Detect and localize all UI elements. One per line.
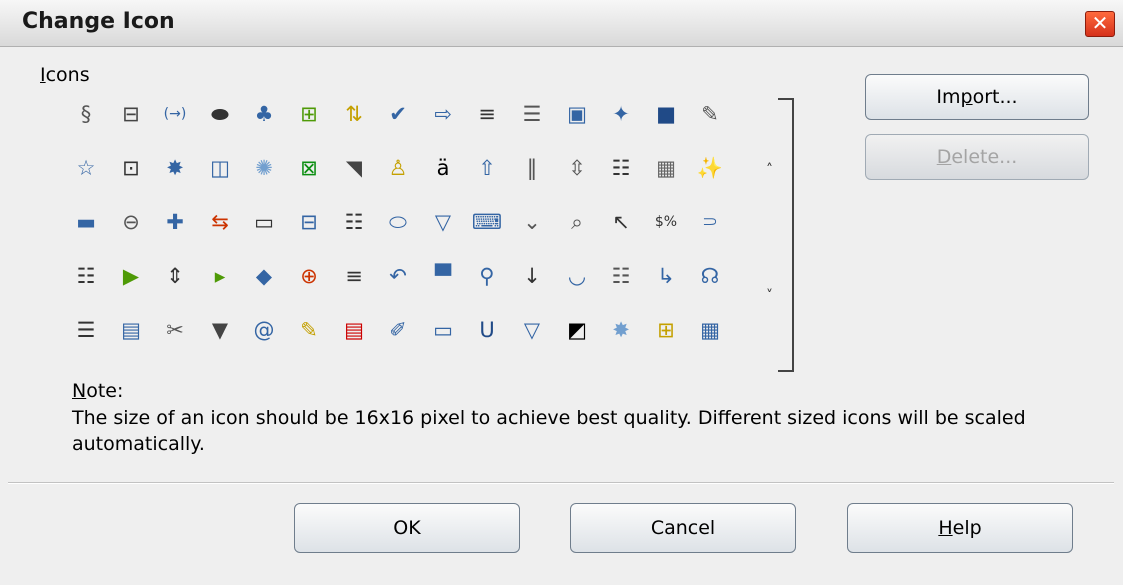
- seal-icon[interactable]: ✺: [250, 154, 278, 182]
- chevron-icon[interactable]: ⌄: [518, 208, 546, 236]
- sun-icon[interactable]: ✸: [607, 316, 635, 344]
- run-macro-icon[interactable]: ▶: [117, 262, 145, 290]
- row-height-icon[interactable]: ⇳: [563, 154, 591, 182]
- find-user-icon[interactable]: ☊: [696, 262, 724, 290]
- align-lines-icon[interactable]: ☰: [518, 100, 546, 128]
- folder-edit-icon[interactable]: ✎: [295, 316, 323, 344]
- change-icon-dialog: Change Icon ✕ Icons § ⊟ (→) ⬬ ♣ ⊞ ⇅ ✔ ⇨ ≡ ☰ ▣ ✦ ■ ✎ ☆ ⊡ ✸…: [0, 0, 1123, 585]
- abc-icon[interactable]: ä: [429, 154, 457, 182]
- bracket-icon[interactable]: ⸧: [696, 208, 724, 236]
- filter-icon[interactable]: ⚲: [473, 262, 501, 290]
- puzzle-icon[interactable]: ♣: [250, 100, 278, 128]
- calendar-icon[interactable]: ◫: [206, 154, 234, 182]
- save-icon[interactable]: ⊟: [295, 208, 323, 236]
- return-arrow-icon[interactable]: ↳: [652, 262, 680, 290]
- ok-button[interactable]: OK: [294, 503, 520, 553]
- script-icon[interactable]: §: [72, 100, 100, 128]
- data-form-icon[interactable]: ☷: [607, 262, 635, 290]
- oval-icon[interactable]: ⬬: [206, 100, 234, 128]
- panel-icon[interactable]: ▤: [117, 316, 145, 344]
- at-swirl-icon[interactable]: @: [250, 316, 278, 344]
- square-icon[interactable]: ■: [652, 100, 680, 128]
- star-icon[interactable]: ☆: [72, 154, 100, 182]
- dialog-title: Change Icon: [22, 9, 175, 34]
- four-point-star-icon[interactable]: ✦: [607, 100, 635, 128]
- down-triangle-outline-icon[interactable]: ▽: [518, 316, 546, 344]
- rounded-rect-icon[interactable]: ▬: [72, 208, 100, 236]
- align-justify-icon[interactable]: ≡: [473, 100, 501, 128]
- stadium-icon[interactable]: ⬭: [384, 208, 412, 236]
- text-field-icon[interactable]: ⊟: [117, 100, 145, 128]
- sort-icon[interactable]: ⇅: [340, 100, 368, 128]
- funnel-down-icon[interactable]: ▽: [429, 208, 457, 236]
- slash-icon[interactable]: ◥: [340, 154, 368, 182]
- down-arrow-icon[interactable]: ↓: [518, 262, 546, 290]
- smile-curve-icon[interactable]: ◡: [563, 262, 591, 290]
- grid-fit-icon[interactable]: ⊕: [295, 262, 323, 290]
- close-icon: ✕: [1091, 11, 1109, 35]
- undo-curve-icon[interactable]: ↶: [384, 262, 412, 290]
- form-design-icon[interactable]: ▦: [652, 154, 680, 182]
- list-box-icon[interactable]: ☷: [340, 208, 368, 236]
- scroll-down-icon[interactable]: ˅: [766, 288, 773, 304]
- scroll-up-icon[interactable]: ˄: [766, 162, 773, 178]
- cut-icon[interactable]: ✂: [161, 316, 189, 344]
- user-edit-icon[interactable]: ✎: [696, 100, 724, 128]
- play-icon[interactable]: ▸: [206, 262, 234, 290]
- table-grid-icon[interactable]: ⊞: [652, 316, 680, 344]
- nav-bar-icon[interactable]: ⊖: [117, 208, 145, 236]
- rotate-icon[interactable]: ⇆: [206, 208, 234, 236]
- magic-wand-icon[interactable]: ✨: [696, 154, 724, 182]
- up-arrow-icon[interactable]: ⇧: [473, 154, 501, 182]
- close-box-icon[interactable]: ⊠: [295, 154, 323, 182]
- arrow-bracket-icon[interactable]: (→): [161, 100, 189, 128]
- report-icon[interactable]: ☷: [72, 262, 100, 290]
- currency-percent-icon[interactable]: $%: [652, 208, 680, 236]
- underline-icon[interactable]: U: [473, 316, 501, 344]
- help-button[interactable]: Help: [847, 503, 1073, 553]
- close-button[interactable]: ✕: [1085, 11, 1115, 37]
- line-field-icon[interactable]: ▭: [250, 208, 278, 236]
- title-bar: Change Icon ✕: [0, 0, 1123, 47]
- paragraph-icon[interactable]: ☰: [72, 316, 100, 344]
- spin-button-icon[interactable]: ⇕: [161, 262, 189, 290]
- calendar-grid-icon[interactable]: ▦: [696, 316, 724, 344]
- column-split-icon[interactable]: ‖: [518, 154, 546, 182]
- separator: [8, 482, 1114, 484]
- note-text: The size of an icon should be 16x16 pixe…: [72, 407, 1026, 455]
- picture-icon[interactable]: ▀: [429, 262, 457, 290]
- note-title: Note:: [72, 380, 124, 402]
- pen-icon[interactable]: ✐: [384, 316, 412, 344]
- down-triangle-icon[interactable]: ▼: [206, 316, 234, 344]
- spellcheck-icon[interactable]: ✔: [384, 100, 412, 128]
- pdf-icon[interactable]: ▤: [340, 316, 368, 344]
- diamond-icon[interactable]: ◆: [250, 262, 278, 290]
- media-button-icon[interactable]: ⊡: [117, 154, 145, 182]
- cross-icon[interactable]: ✚: [161, 208, 189, 236]
- monitor-icon[interactable]: ⌨: [472, 208, 502, 236]
- zoom-page-icon[interactable]: ⌕: [563, 208, 591, 236]
- cancel-button[interactable]: Cancel: [570, 503, 796, 553]
- mask-icon[interactable]: ◩: [563, 316, 591, 344]
- text-lines-icon[interactable]: ≡: [340, 262, 368, 290]
- delete-button[interactable]: Delete...: [865, 134, 1089, 180]
- form-icon[interactable]: ☷: [607, 154, 635, 182]
- import-button[interactable]: Im p ort...: [865, 74, 1089, 120]
- icons-label: Icons: [40, 64, 90, 86]
- frame-icon[interactable]: ▣: [563, 100, 591, 128]
- burst-icon[interactable]: ✸: [161, 154, 189, 182]
- icon-scrollbar[interactable]: ˄ ˅: [766, 98, 806, 372]
- right-arrow-icon[interactable]: ⇨: [429, 100, 457, 128]
- ole-icon[interactable]: ▭: [429, 316, 457, 344]
- table-icon[interactable]: ⊞: [295, 100, 323, 128]
- text-effect-icon[interactable]: ♙: [384, 154, 412, 182]
- pointer-icon[interactable]: ↖: [607, 208, 635, 236]
